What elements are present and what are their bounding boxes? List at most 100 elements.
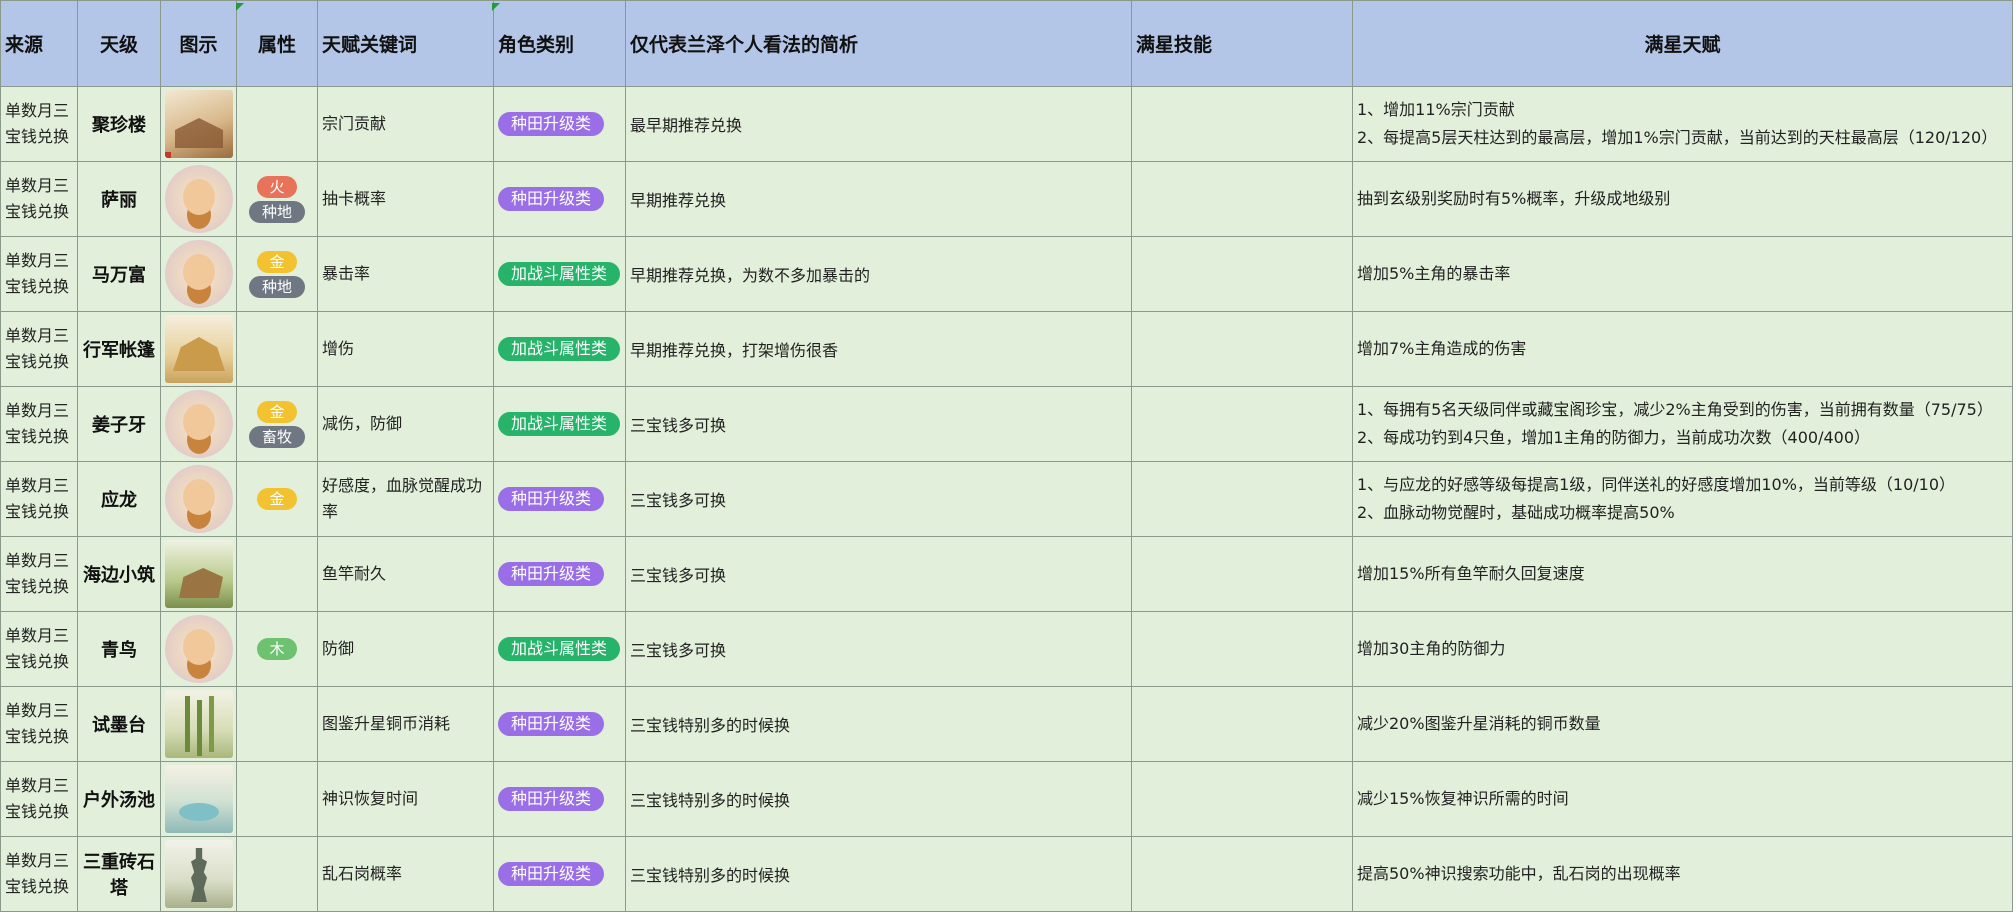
attr-cell[interactable] xyxy=(236,86,318,162)
header-category[interactable]: 角色类别 xyxy=(493,0,626,87)
source-cell[interactable]: 单数月三宝钱兑换 xyxy=(0,236,78,312)
skill-cell[interactable] xyxy=(1131,386,1353,462)
level-cell[interactable]: 萨丽 xyxy=(77,161,161,237)
skill-cell[interactable] xyxy=(1131,461,1353,537)
talent-cell[interactable]: 增加7%主角造成的伤害 xyxy=(1352,311,2013,387)
source-cell[interactable]: 单数月三宝钱兑换 xyxy=(0,611,78,687)
skill-cell[interactable] xyxy=(1131,161,1353,237)
talent-cell[interactable]: 减少15%恢复神识所需的时间 xyxy=(1352,761,2013,837)
source-cell[interactable]: 单数月三宝钱兑换 xyxy=(0,386,78,462)
keyword-cell[interactable]: 图鉴升星铜币消耗 xyxy=(317,686,494,762)
header-skill[interactable]: 满星技能 xyxy=(1131,0,1353,87)
source-cell[interactable]: 单数月三宝钱兑换 xyxy=(0,86,78,162)
level-cell[interactable]: 姜子牙 xyxy=(77,386,161,462)
talent-cell[interactable]: 抽到玄级别奖励时有5%概率，升级成地级别 xyxy=(1352,161,2013,237)
attr-cell[interactable] xyxy=(236,536,318,612)
header-keyword[interactable]: 天赋关键词 xyxy=(317,0,494,87)
attr-cell[interactable]: 木 xyxy=(236,611,318,687)
category-cell[interactable]: 加战斗属性类 xyxy=(493,311,626,387)
talent-cell[interactable]: 增加15%所有鱼竿耐久回复速度 xyxy=(1352,536,2013,612)
image-cell[interactable] xyxy=(160,836,237,912)
category-cell[interactable]: 加战斗属性类 xyxy=(493,386,626,462)
source-cell[interactable]: 单数月三宝钱兑换 xyxy=(0,461,78,537)
level-cell[interactable]: 青鸟 xyxy=(77,611,161,687)
image-cell[interactable] xyxy=(160,761,237,837)
analysis-cell[interactable]: 三宝钱多可换 xyxy=(625,536,1132,612)
attr-cell[interactable] xyxy=(236,836,318,912)
image-cell[interactable] xyxy=(160,311,237,387)
category-cell[interactable]: 种田升级类 xyxy=(493,761,626,837)
category-cell[interactable]: 种田升级类 xyxy=(493,86,626,162)
source-cell[interactable]: 单数月三宝钱兑换 xyxy=(0,311,78,387)
category-cell[interactable]: 种田升级类 xyxy=(493,161,626,237)
analysis-cell[interactable]: 早期推荐兑换 xyxy=(625,161,1132,237)
image-cell[interactable] xyxy=(160,386,237,462)
analysis-cell[interactable]: 最早期推荐兑换 xyxy=(625,86,1132,162)
talent-cell[interactable]: 增加5%主角的暴击率 xyxy=(1352,236,2013,312)
header-source[interactable]: 来源 xyxy=(0,0,78,87)
talent-cell[interactable]: 1、每拥有5名天级同伴或藏宝阁珍宝，减少2%主角受到的伤害，当前拥有数量（75/… xyxy=(1352,386,2013,462)
attr-cell[interactable] xyxy=(236,761,318,837)
analysis-cell[interactable]: 三宝钱特别多的时候换 xyxy=(625,686,1132,762)
talent-cell[interactable]: 减少20%图鉴升星消耗的铜币数量 xyxy=(1352,686,2013,762)
skill-cell[interactable] xyxy=(1131,236,1353,312)
level-cell[interactable]: 试墨台 xyxy=(77,686,161,762)
level-cell[interactable]: 户外汤池 xyxy=(77,761,161,837)
category-cell[interactable]: 种田升级类 xyxy=(493,836,626,912)
skill-cell[interactable] xyxy=(1131,686,1353,762)
skill-cell[interactable] xyxy=(1131,86,1353,162)
analysis-cell[interactable]: 三宝钱多可换 xyxy=(625,461,1132,537)
header-talent[interactable]: 满星天赋 xyxy=(1352,0,2013,87)
image-cell[interactable] xyxy=(160,611,237,687)
source-cell[interactable]: 单数月三宝钱兑换 xyxy=(0,161,78,237)
skill-cell[interactable] xyxy=(1131,761,1353,837)
keyword-cell[interactable]: 鱼竿耐久 xyxy=(317,536,494,612)
image-cell[interactable] xyxy=(160,161,237,237)
comment-marker-icon[interactable] xyxy=(236,3,244,11)
attr-cell[interactable] xyxy=(236,311,318,387)
source-cell[interactable]: 单数月三宝钱兑换 xyxy=(0,761,78,837)
image-cell[interactable] xyxy=(160,86,237,162)
skill-cell[interactable] xyxy=(1131,611,1353,687)
image-cell[interactable] xyxy=(160,461,237,537)
image-cell[interactable] xyxy=(160,686,237,762)
analysis-cell[interactable]: 三宝钱多可换 xyxy=(625,611,1132,687)
comment-marker-icon[interactable] xyxy=(492,3,500,11)
keyword-cell[interactable]: 神识恢复时间 xyxy=(317,761,494,837)
skill-cell[interactable] xyxy=(1131,536,1353,612)
header-attr[interactable]: 属性 xyxy=(236,0,318,87)
analysis-cell[interactable]: 早期推荐兑换，为数不多加暴击的 xyxy=(625,236,1132,312)
category-cell[interactable]: 种田升级类 xyxy=(493,686,626,762)
level-cell[interactable]: 海边小筑 xyxy=(77,536,161,612)
level-cell[interactable]: 三重砖石塔 xyxy=(77,836,161,912)
category-cell[interactable]: 种田升级类 xyxy=(493,536,626,612)
talent-cell[interactable]: 1、与应龙的好感等级每提高1级，同伴送礼的好感度增加10%，当前等级（10/10… xyxy=(1352,461,2013,537)
skill-cell[interactable] xyxy=(1131,311,1353,387)
level-cell[interactable]: 行军帐篷 xyxy=(77,311,161,387)
attr-cell[interactable]: 金 xyxy=(236,461,318,537)
keyword-cell[interactable]: 乱石岗概率 xyxy=(317,836,494,912)
keyword-cell[interactable]: 增伤 xyxy=(317,311,494,387)
analysis-cell[interactable]: 三宝钱多可换 xyxy=(625,386,1132,462)
skill-cell[interactable] xyxy=(1131,836,1353,912)
keyword-cell[interactable]: 减伤，防御 xyxy=(317,386,494,462)
category-cell[interactable]: 加战斗属性类 xyxy=(493,236,626,312)
talent-cell[interactable]: 1、增加11%宗门贡献 2、每提高5层天柱达到的最高层，增加1%宗门贡献，当前达到… xyxy=(1352,86,2013,162)
analysis-cell[interactable]: 三宝钱特别多的时候换 xyxy=(625,761,1132,837)
attr-cell[interactable]: 金畜牧 xyxy=(236,386,318,462)
analysis-cell[interactable]: 三宝钱特别多的时候换 xyxy=(625,836,1132,912)
level-cell[interactable]: 聚珍楼 xyxy=(77,86,161,162)
source-cell[interactable]: 单数月三宝钱兑换 xyxy=(0,836,78,912)
analysis-cell[interactable]: 早期推荐兑换，打架增伤很香 xyxy=(625,311,1132,387)
keyword-cell[interactable]: 防御 xyxy=(317,611,494,687)
source-cell[interactable]: 单数月三宝钱兑换 xyxy=(0,686,78,762)
image-cell[interactable] xyxy=(160,236,237,312)
keyword-cell[interactable]: 暴击率 xyxy=(317,236,494,312)
attr-cell[interactable]: 金种地 xyxy=(236,236,318,312)
header-level[interactable]: 天级 xyxy=(77,0,161,87)
header-analysis[interactable]: 仅代表兰泽个人看法的简析 xyxy=(625,0,1132,87)
level-cell[interactable]: 应龙 xyxy=(77,461,161,537)
keyword-cell[interactable]: 抽卡概率 xyxy=(317,161,494,237)
level-cell[interactable]: 马万富 xyxy=(77,236,161,312)
keyword-cell[interactable]: 宗门贡献 xyxy=(317,86,494,162)
